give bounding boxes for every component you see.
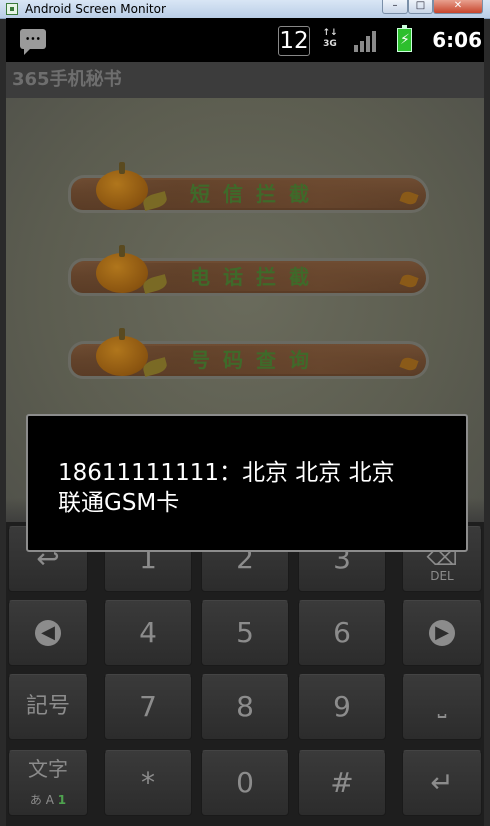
key-asterisk[interactable]: *: [104, 750, 192, 816]
toast-line-1: 18611111111：北京 北京 北京: [58, 460, 395, 486]
key-8[interactable]: 8: [201, 674, 289, 740]
app-window-icon: [6, 3, 18, 15]
toast-line-2: 联通GSM卡: [58, 490, 180, 516]
cursor-right-key[interactable]: ▶: [402, 600, 482, 666]
space-key[interactable]: ⎵: [402, 674, 482, 740]
sms-block-button[interactable]: 短信拦截: [51, 162, 441, 216]
app-titlebar: 365手机秘书: [6, 62, 484, 98]
android-screen: 12 ↑↓ 3G ⚡ 6:06 365手机秘书 短信拦截 电话拦截 号码查询 ↩…: [6, 18, 484, 826]
close-button[interactable]: ✕: [433, 0, 483, 14]
maximize-button[interactable]: □: [408, 0, 433, 14]
space-icon: ⎵: [437, 694, 447, 719]
number-lookup-button[interactable]: 号码查询: [51, 328, 441, 382]
arrow-right-icon: ▶: [429, 620, 455, 646]
network-type: 3G: [323, 39, 337, 49]
key-hash[interactable]: #: [298, 750, 386, 816]
menu-label: 号码查询: [190, 348, 322, 372]
key-0[interactable]: 0: [201, 750, 289, 816]
key-5[interactable]: 5: [201, 600, 289, 666]
lookup-result-toast: 18611111111：北京 北京 北京 联通GSM卡: [26, 414, 468, 552]
toast-message: 18611111111：北京 北京 北京 联通GSM卡: [58, 458, 448, 518]
cursor-left-key[interactable]: ◀: [8, 600, 88, 666]
symbol-key[interactable]: 記号: [8, 674, 88, 740]
enter-key[interactable]: ↵: [402, 750, 482, 816]
window-titlebar: Android Screen Monitor – □ ✕: [0, 0, 490, 19]
notification-count-badge: 12: [278, 26, 310, 56]
sms-icon: [20, 29, 46, 55]
enter-icon: ↵: [430, 766, 454, 799]
menu-label: 短信拦截: [190, 182, 322, 206]
key-4[interactable]: 4: [104, 600, 192, 666]
del-label: DEL: [430, 569, 454, 583]
status-time: 6:06: [432, 28, 482, 52]
key-6[interactable]: 6: [298, 600, 386, 666]
window-title: Android Screen Monitor: [25, 2, 166, 16]
input-mode-key[interactable]: 文字 あ A 1: [8, 750, 88, 816]
app-title: 365手机秘书: [12, 69, 122, 90]
network-3g-icon: ↑↓ 3G: [322, 28, 338, 49]
key-9[interactable]: 9: [298, 674, 386, 740]
signal-icon: [354, 30, 380, 52]
menu-label: 电话拦截: [190, 265, 322, 289]
battery-charging-icon: ⚡: [397, 25, 412, 52]
key-7[interactable]: 7: [104, 674, 192, 740]
call-block-button[interactable]: 电话拦截: [51, 245, 441, 299]
status-bar: 12 ↑↓ 3G ⚡ 6:06: [6, 18, 484, 62]
soft-keyboard: ↩ 1 2 3 ⌫ DEL ◀ 4 5 6 ▶ 記号 7 8 9 ⎵ 文字 あ …: [6, 522, 484, 826]
minimize-button[interactable]: –: [382, 0, 408, 14]
arrow-left-icon: ◀: [35, 620, 61, 646]
